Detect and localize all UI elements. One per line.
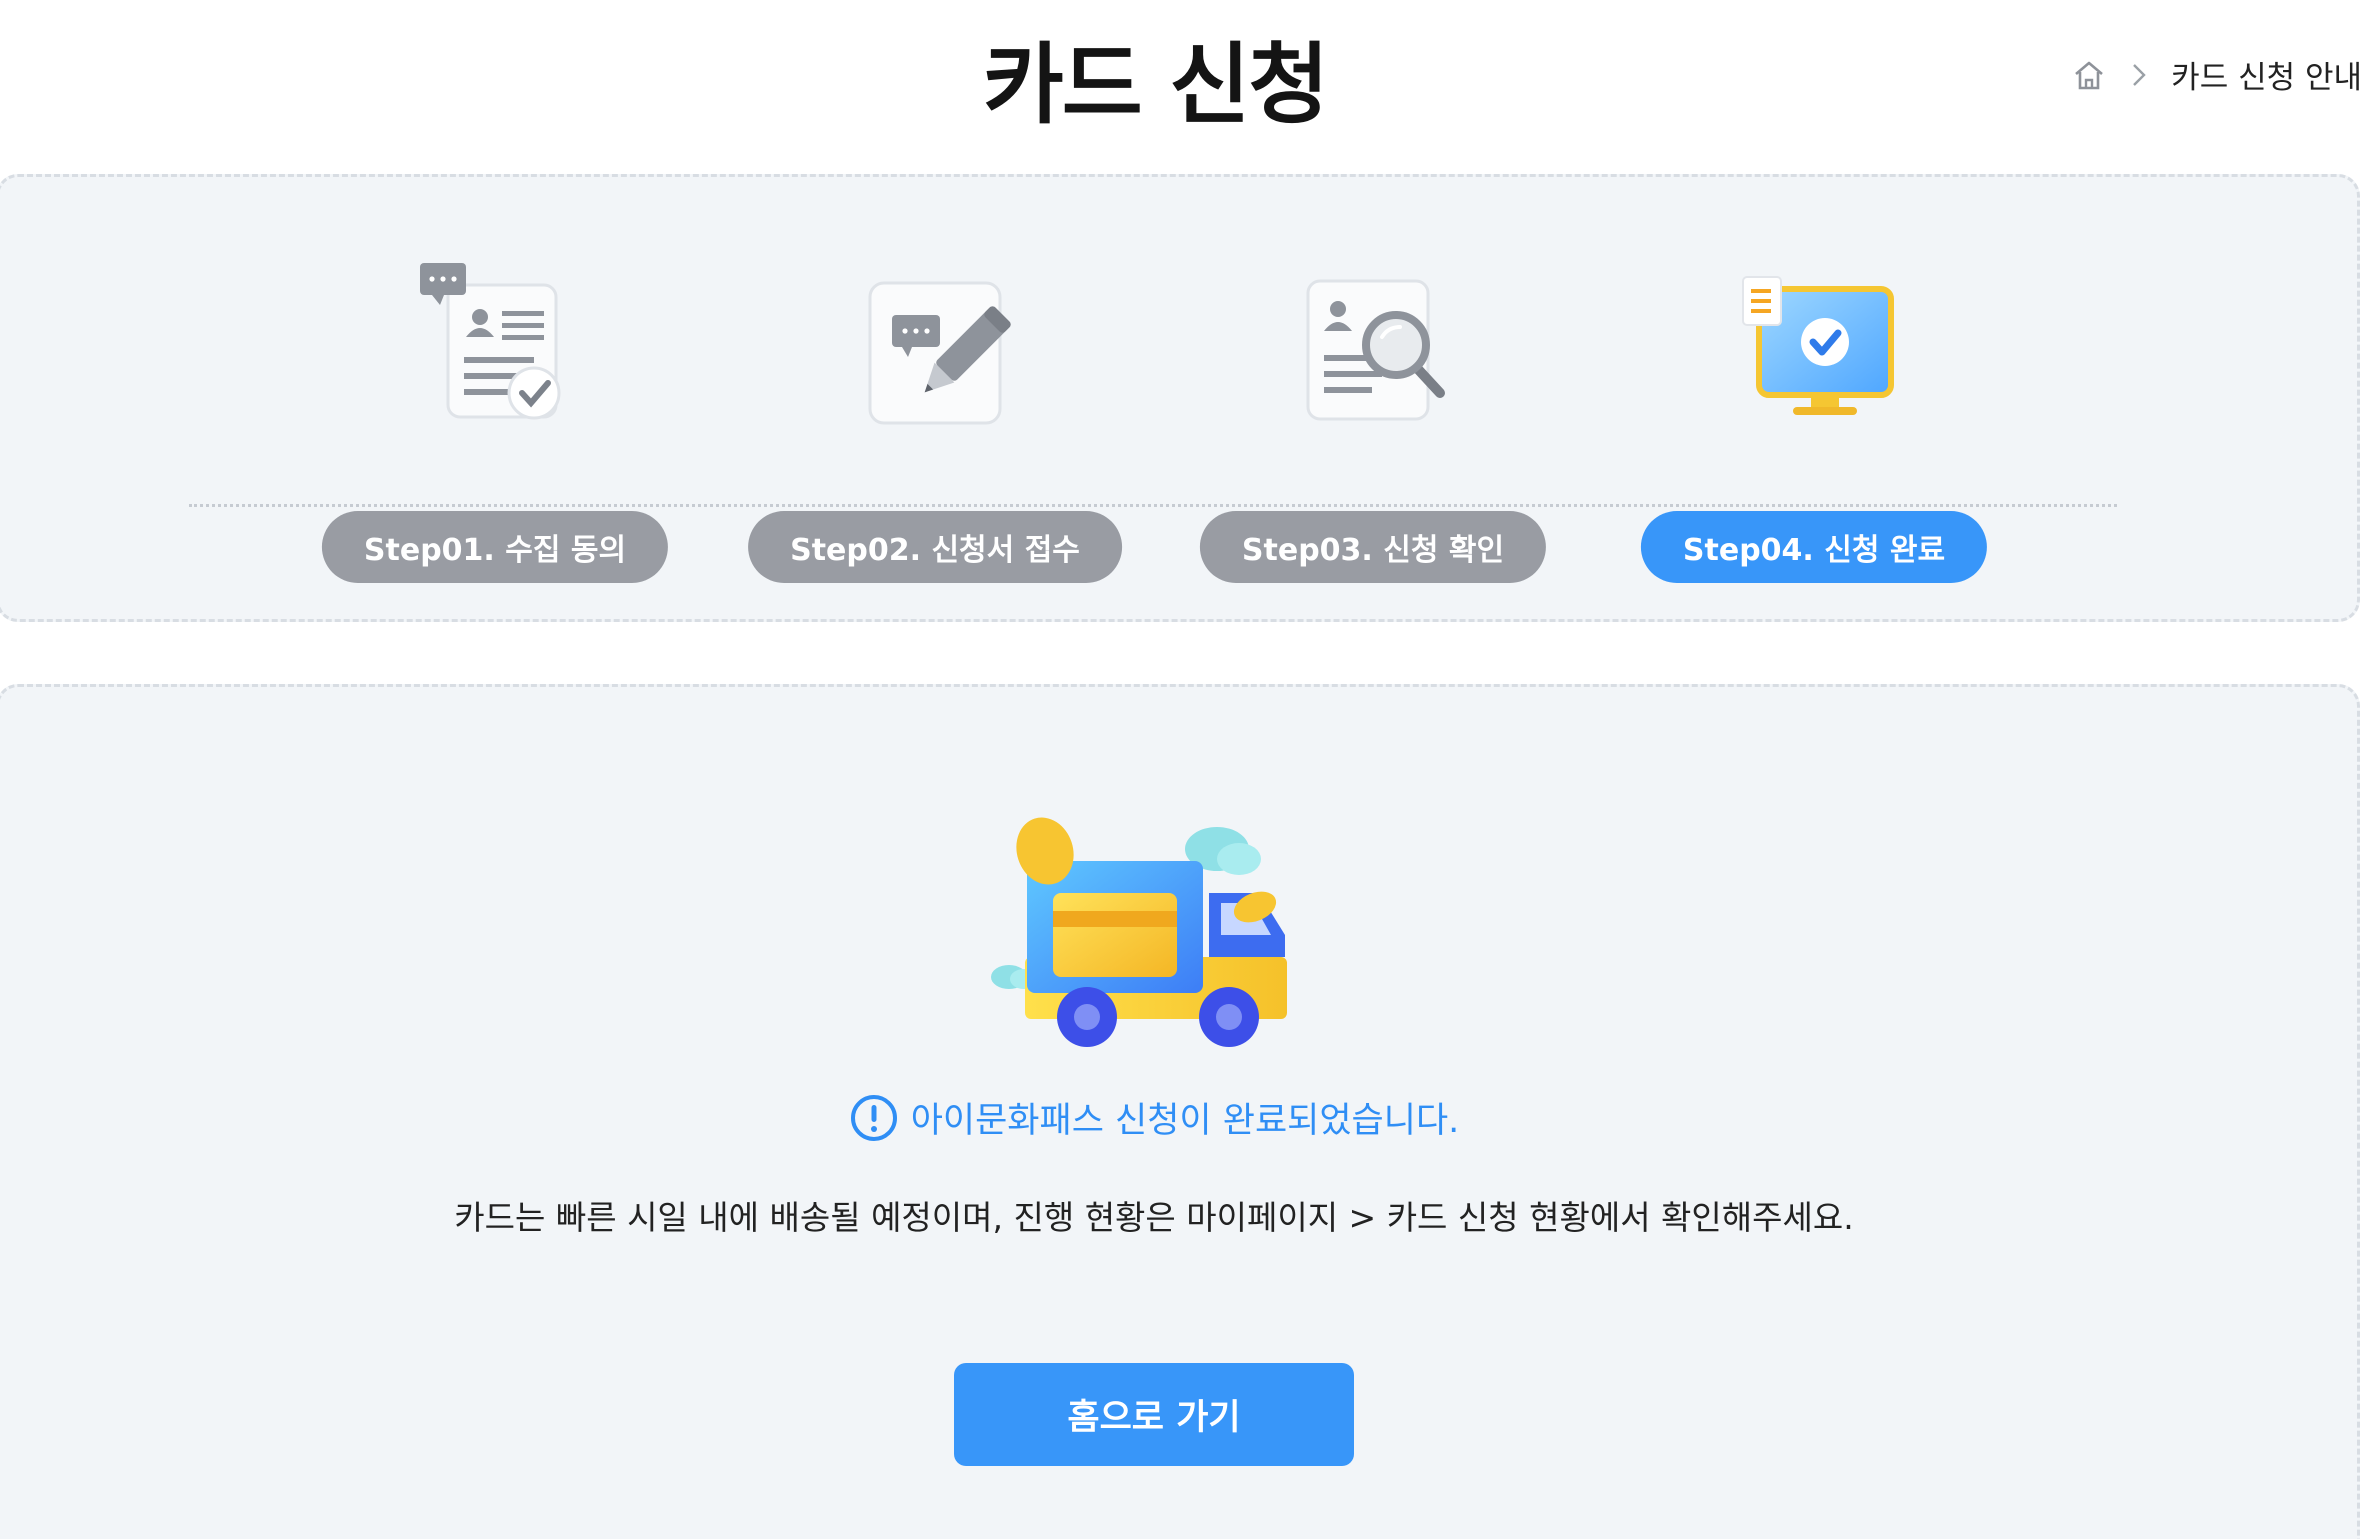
home-icon[interactable] [2071,57,2107,93]
completion-description: 카드는 빠른 시일 내에 배송될 예정이며, 진행 현황은 마이페이지 > 카드… [454,1198,1854,1237]
step-2-label: Step02. 신청서 접수 [748,511,1122,583]
step-3-label: Step03. 신청 확인 [1199,511,1547,583]
write-application-icon [868,281,1011,425]
breadcrumb-current[interactable]: 카드 신청 안내 [2171,52,2362,97]
monitor-check-icon [1742,276,1894,415]
completion-notice-text: 아이문화패스 신청이 완료되었습니다. [910,1101,1460,1141]
exclamation-circle-icon [850,1094,897,1141]
go-home-button[interactable]: 홈으로 가기 [954,1363,1354,1466]
consent-document-icon [420,263,561,420]
page-title: 카드 신청 [982,33,1329,136]
completion-panel: 아이문화패스 신청이 완료되었습니다. 카드는 빠른 시일 내에 배송될 예정이… [0,684,2360,1539]
step-3: Step03. 신청 확인 [1199,257,1547,583]
chevron-right-icon [2133,63,2146,86]
step-4: Step04. 신청 완료 [1640,257,1988,583]
step-1: Step01. 수집 동의 [321,257,669,583]
steps-panel: Step01. 수집 동의 Step02. 신청서 접수 Step03. 신청 … [0,174,2360,622]
completion-notice: 아이문화패스 신청이 완료되었습니다. [0,1092,2309,1143]
step-4-label: Step04. 신청 완료 [1640,511,1988,583]
card-application-page: 카드 신청 카드 신청 안내 Step01. 수집 동의 Step02. 신청서… [0,0,2362,1539]
delivery-truck-card-icon [991,817,1287,1047]
step-2: Step02. 신청서 접수 [748,257,1122,583]
breadcrumb: 카드 신청 안내 [2071,52,2362,97]
document-search-icon [1306,279,1445,421]
step-1-label: Step01. 수집 동의 [321,511,669,583]
